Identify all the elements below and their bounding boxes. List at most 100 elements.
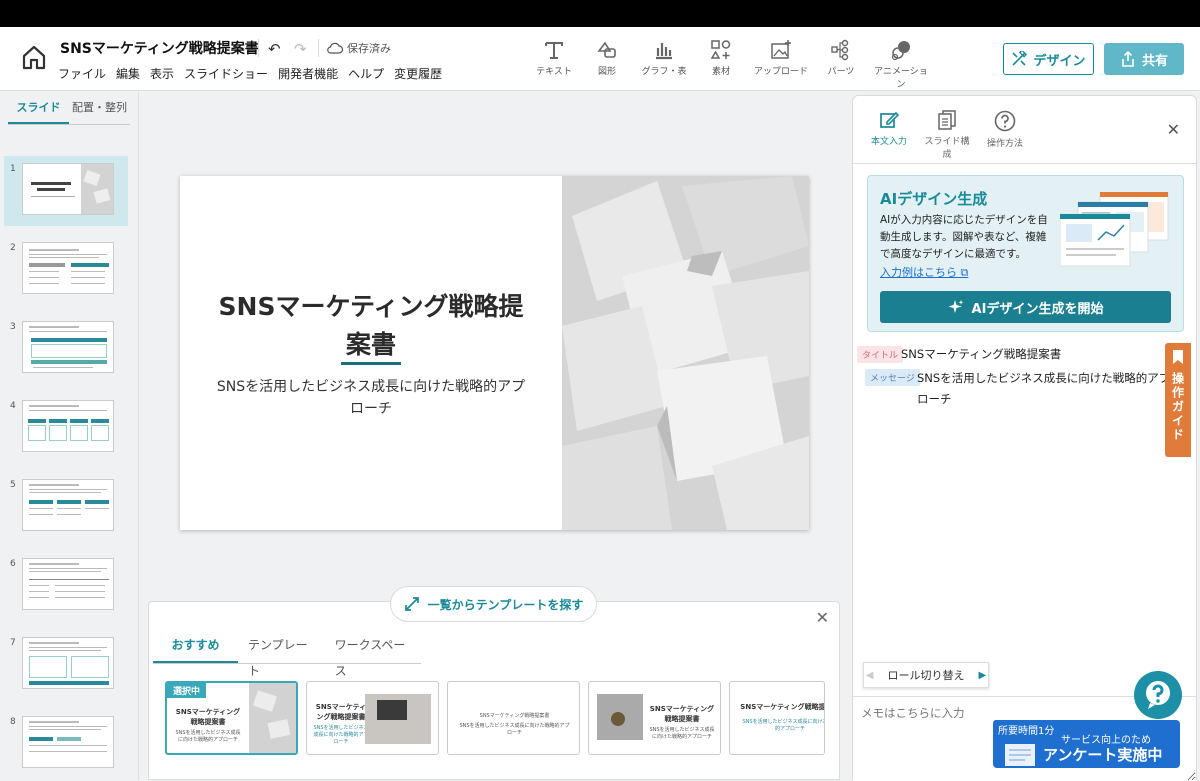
template-card-sub: SNSを活用したビジネス成長に向けた戦略的アプローチ bbox=[459, 723, 570, 736]
tab-how-to[interactable]: 操作方法 bbox=[979, 110, 1031, 160]
design-button[interactable]: デザイン bbox=[1003, 43, 1094, 75]
template-card-sub: SNSを活用したビジネス成長に向けた戦略的アプローチ bbox=[742, 719, 824, 732]
menu-history[interactable]: 変更履歴 bbox=[394, 65, 442, 82]
tool-materials[interactable]: 素材 bbox=[697, 39, 745, 90]
slide-thumbnail-3[interactable]: 3 bbox=[4, 314, 128, 384]
slide-number: 7 bbox=[10, 638, 16, 648]
template-panel: ✕ おすすめ テンプレート ワークスペース SNSマーケティング戦略提案書 SN… bbox=[148, 601, 840, 780]
ai-generate-button[interactable]: AIデザイン生成を開始 bbox=[880, 291, 1171, 323]
slide-thumbnail-7[interactable]: 7 bbox=[4, 630, 128, 700]
tab-slide-structure[interactable]: スライド構成 bbox=[921, 110, 973, 160]
ai-design-title: AIデザイン生成 bbox=[880, 190, 988, 208]
tab-slide-structure-label: スライド構成 bbox=[924, 137, 970, 160]
design-button-label: デザイン bbox=[1033, 53, 1086, 69]
template-card-title: SNSマーケティング戦略提案書 bbox=[649, 705, 715, 723]
document-title[interactable]: SNSマーケティング戦略提案書 bbox=[60, 38, 259, 58]
tab-text-input[interactable]: 本文入力 bbox=[863, 110, 915, 160]
menu-file[interactable]: ファイル bbox=[58, 65, 106, 82]
divider bbox=[318, 39, 319, 57]
template-card-title: SNSマーケティング戦略提案書 bbox=[740, 703, 825, 711]
template-card-1[interactable]: SNSマーケティング戦略提案書 SNSを活用したビジネス成長に向けた戦略的アプロ… bbox=[165, 681, 298, 755]
triangle-right-icon[interactable]: ▶ bbox=[979, 670, 987, 681]
menu-view[interactable]: 表示 bbox=[150, 65, 174, 82]
tool-text[interactable]: テキスト bbox=[530, 39, 578, 90]
expand-icon bbox=[404, 597, 419, 611]
menu-help[interactable]: ヘルプ bbox=[348, 65, 384, 82]
share-button[interactable]: 共有 bbox=[1104, 43, 1184, 75]
browse-templates-button[interactable]: 一覧からテンプレートを探す bbox=[390, 586, 597, 622]
slide-background-image[interactable] bbox=[562, 176, 809, 530]
slide-canvas[interactable]: SNSマーケティング戦略提案書 SNSを活用したビジネス成長に向けた戦略的アプロ… bbox=[180, 176, 809, 530]
message-text-field[interactable]: SNSを活用したビジネス成長に向けた戦略的アプローチ bbox=[917, 368, 1173, 410]
slide-thumbnail-preview bbox=[22, 163, 114, 215]
materials-icon bbox=[710, 40, 731, 59]
tool-upload[interactable]: アップロード bbox=[750, 39, 812, 90]
slide-number: 4 bbox=[10, 401, 16, 411]
slide-thumbnail-6[interactable]: 6 bbox=[4, 551, 128, 621]
survey-banner[interactable]: 所要時間1分 サービス向上のため アンケート実施中 bbox=[993, 720, 1180, 768]
insert-toolbar: テキスト 図形 グラフ・表 素材 アップロード パーツ アニメーション bbox=[530, 39, 937, 90]
shape-icon bbox=[597, 41, 616, 58]
slide-thumbnail-preview bbox=[22, 558, 114, 610]
home-icon[interactable] bbox=[20, 43, 48, 71]
tool-shape[interactable]: 図形 bbox=[583, 39, 631, 90]
slide-text-area: SNSマーケティング戦略提案書 SNSを活用したビジネス成長に向けた戦略的アプロ… bbox=[180, 176, 562, 530]
tab-how-to-label: 操作方法 bbox=[986, 139, 1023, 149]
tab-text-input-label: 本文入力 bbox=[870, 137, 907, 147]
ai-design-card: AIデザイン生成 AIが入力内容に応じたデザインを自動生成します。図解や表など、… bbox=[867, 175, 1184, 332]
undo-icon[interactable]: ↶ bbox=[268, 40, 281, 58]
template-card-3[interactable]: SNSマーケティング戦略提案書 SNSを活用したビジネス成長に向けた戦略的アプロ… bbox=[447, 681, 580, 755]
tab-slides[interactable]: スライド bbox=[8, 92, 69, 124]
close-icon[interactable]: ✕ bbox=[816, 608, 829, 627]
cloud-check-icon bbox=[327, 42, 343, 54]
design-icon bbox=[1012, 51, 1028, 66]
slide-thumbnail-1[interactable]: 1 bbox=[4, 156, 128, 226]
app-header: SNSマーケティング戦略提案書 ↶ ↷ 保存済み ファイル 編集 表示 スライド… bbox=[0, 27, 1200, 91]
slide-sidebar: スライド 配置・整列 1 2 3 4 5 6 7 8 bbox=[0, 92, 139, 780]
edit-icon bbox=[880, 111, 899, 128]
title-text-field[interactable]: SNSマーケティング戦略提案書 bbox=[901, 346, 1061, 362]
external-link-icon: ⧉ bbox=[960, 266, 969, 279]
menu-bar: ファイル 編集 表示 スライドショー 開発者機能 ヘルプ 変更履歴 bbox=[58, 65, 442, 82]
parts-icon bbox=[831, 39, 849, 61]
slide-subtitle[interactable]: SNSを活用したビジネス成長に向けた戦略的アプローチ bbox=[210, 376, 532, 420]
divider bbox=[853, 163, 1196, 164]
template-card-2[interactable]: SNSマーケティング戦略提案書 SNSを活用したビジネス成長に向けた戦略的アプロ… bbox=[306, 681, 439, 755]
tab-recommended[interactable]: おすすめ bbox=[153, 632, 239, 663]
tab-arrange[interactable]: 配置・整列 bbox=[69, 92, 130, 124]
template-card-title: SNSマーケティング戦略提案書 bbox=[479, 713, 550, 719]
triangle-left-icon[interactable]: ◀ bbox=[866, 670, 874, 681]
template-card-4[interactable]: SNSマーケティング戦略提案書 SNSを活用したビジネス成長に向けた戦略的アプロ… bbox=[588, 681, 721, 755]
menu-developer[interactable]: 開発者機能 bbox=[278, 65, 338, 82]
menu-edit[interactable]: 編集 bbox=[116, 65, 140, 82]
redo-icon[interactable]: ↷ bbox=[294, 40, 307, 58]
template-card-5[interactable]: SNSマーケティング戦略提案書 SNSを活用したビジネス成長に向けた戦略的アプロ… bbox=[729, 681, 825, 755]
operation-guide-tab[interactable]: 操作ガイド bbox=[1165, 343, 1191, 457]
tab-workspace[interactable]: ワークスペース bbox=[325, 632, 421, 678]
menu-slideshow[interactable]: スライドショー bbox=[184, 65, 268, 82]
tab-templates[interactable]: テンプレート bbox=[238, 632, 325, 678]
tool-chart[interactable]: グラフ・表 bbox=[636, 39, 692, 90]
tool-animation-label: アニメーション bbox=[874, 67, 928, 90]
slide-thumbnail-preview bbox=[22, 637, 114, 689]
role-switch-control[interactable]: ◀ ロール切り替え ▶ bbox=[863, 662, 989, 688]
template-card-sub: SNSを活用したビジネス成長に向けた戦略的アプローチ bbox=[175, 730, 241, 743]
document-icon bbox=[1005, 744, 1035, 766]
examples-link[interactable]: 入力例はこちら ⧉ bbox=[880, 264, 968, 280]
slide-title[interactable]: SNSマーケティング戦略提案書 bbox=[210, 288, 532, 364]
slide-thumbnail-8[interactable]: 8 bbox=[4, 709, 128, 779]
slide-thumbnail-4[interactable]: 4 bbox=[4, 393, 128, 463]
browse-templates-label: 一覧からテンプレートを探す bbox=[427, 597, 584, 612]
image-upload-icon bbox=[771, 40, 791, 59]
template-card-title: SNSマーケティング戦略提案書 bbox=[315, 703, 367, 721]
question-icon bbox=[1146, 681, 1170, 709]
tool-animation[interactable]: アニメーション bbox=[870, 39, 932, 90]
help-chat-button[interactable] bbox=[1134, 671, 1182, 719]
selected-badge: 選択中 bbox=[167, 683, 207, 698]
close-icon[interactable]: ✕ bbox=[1167, 120, 1180, 139]
ai-design-description: AIが入力内容に応じたデザインを自動生成します。図解や表など、複雑で高度なデザイ… bbox=[880, 214, 1048, 260]
tool-parts[interactable]: パーツ bbox=[817, 39, 865, 90]
slide-number: 6 bbox=[10, 559, 16, 569]
slide-thumbnail-2[interactable]: 2 bbox=[4, 235, 128, 305]
slide-thumbnail-5[interactable]: 5 bbox=[4, 472, 128, 542]
